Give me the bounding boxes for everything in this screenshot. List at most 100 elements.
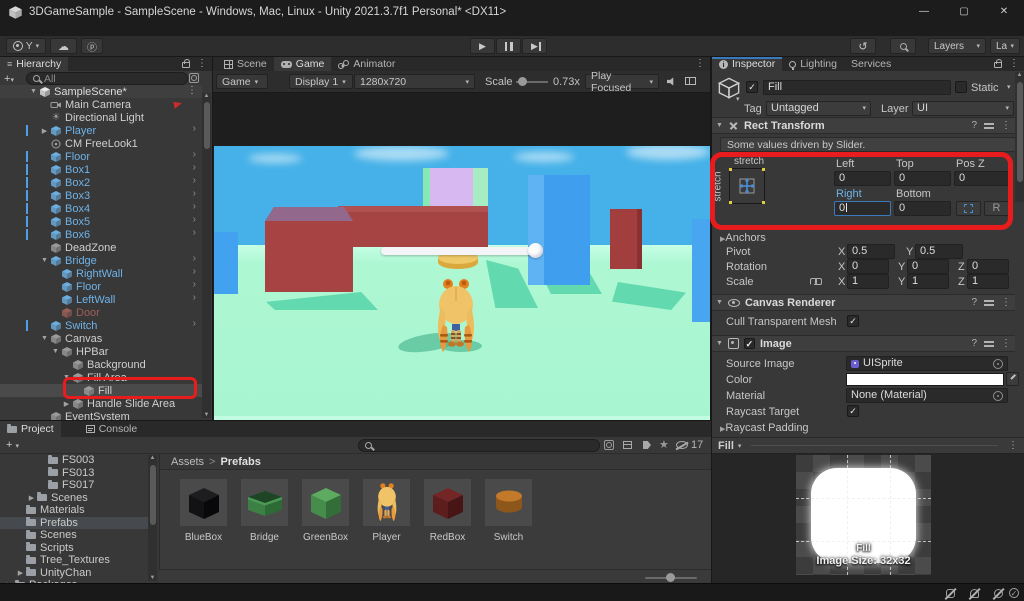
maximize-button[interactable]: ▢ [944,0,984,24]
preview-header[interactable]: Fill ▾ ⋮ [712,437,1024,454]
rotation-z-field[interactable]: 0 [967,259,1009,274]
package-icon[interactable] [623,441,632,449]
hierarchy-item[interactable]: ▶ ☀ Player › ⋮ [0,124,202,137]
inspector-scrollbar[interactable]: ▲ [1015,72,1024,202]
layout-dropdown[interactable]: Layout ▾ [990,38,1020,54]
tab-scene[interactable]: Scene [217,57,274,71]
tab-console[interactable]: Console [79,421,145,437]
scale-x-field[interactable]: 1 [847,274,889,289]
tab-game[interactable]: Game [274,57,332,71]
step-button[interactable]: ▶ [522,38,547,54]
folders-scrollbar[interactable]: ▲ ▼ [148,455,157,581]
hierarchy-item[interactable]: ☀ Main Camera › ⋮ [0,98,202,111]
tab-project[interactable]: Project [0,421,61,437]
kebab-icon[interactable]: ⋮ [187,86,197,96]
prefab-arrow-icon[interactable]: › [193,201,196,212]
foldout-icon[interactable]: ▼ [39,335,50,342]
scrollbar-thumb[interactable] [150,465,156,525]
kebab-icon[interactable]: ⋮ [1001,339,1011,349]
hierarchy-item[interactable]: ☀ EventSystem › ⋮ [0,410,202,420]
hierarchy-item[interactable]: ▼ ☀ Bridge › ⋮ [0,254,202,267]
blueprint-button[interactable] [956,201,981,216]
pause-button[interactable] [496,38,521,54]
foldout-icon[interactable]: ▶ [61,400,72,408]
tab-services[interactable]: Services [844,57,898,71]
asset-item[interactable]: Switch [485,479,532,543]
scroll-down-icon[interactable]: ▼ [202,412,211,418]
hierarchy-item[interactable]: ☀ Door › ⋮ [0,306,202,319]
active-checkbox[interactable]: ✓ [746,81,758,93]
top-field[interactable]: 0 [894,171,951,186]
kebab-icon[interactable]: ⋮ [695,59,705,69]
hierarchy-item[interactable]: ▼ ☀ Canvas › ⋮ [0,332,202,345]
asset-item[interactable]: BlueBox [180,479,227,543]
layers-dropdown[interactable]: Layers ▾ [928,38,986,54]
mute-audio-icon[interactable] [667,77,676,86]
kebab-icon[interactable]: ⋮ [1009,59,1019,69]
asset-item[interactable]: Player [363,479,410,543]
undo-history-button[interactable]: ↺ [850,38,876,54]
hierarchy-item[interactable]: ☀ DeadZone › ⋮ [0,241,202,254]
drag-handle[interactable] [751,445,998,446]
help-icon[interactable]: ? [971,120,977,131]
folder-row[interactable]: Scripts [0,542,148,555]
foldout-icon[interactable]: ▶ [39,127,50,135]
debugger-disabled-icon[interactable] [944,587,957,600]
tab-inspector[interactable]: i Inspector [712,57,782,71]
hierarchy-item[interactable]: ☀ RightWall › ⋮ [0,267,202,280]
scrollbar-thumb[interactable] [1017,82,1023,182]
ok-status-icon[interactable]: ✓ [1008,587,1021,600]
preset-icon[interactable] [984,298,994,307]
image-header[interactable]: ▼ ✓ Image ? ⋮ [712,335,1015,352]
static-checkbox[interactable] [955,81,967,93]
left-field[interactable]: 0 [834,171,891,186]
scroll-up-icon[interactable]: ▲ [202,93,211,99]
bottom-field[interactable]: 0 [894,201,951,216]
hierarchy-item[interactable]: ☀ Directional Light › ⋮ [0,111,202,124]
layer-dropdown[interactable]: UI▾ [912,101,1014,116]
plastic-scm-button[interactable]: ⓟ [81,38,103,54]
material-field[interactable]: None (Material) [846,388,1008,403]
hidden-count-icon[interactable] [676,441,688,449]
hierarchy-item[interactable]: ☀ Box2 › ⋮ [0,176,202,189]
prefab-arrow-icon[interactable]: › [193,175,196,186]
object-picker-icon[interactable] [993,359,1003,369]
prefab-arrow-icon[interactable]: › [193,162,196,173]
rotation-x-field[interactable]: 0 [847,259,889,274]
add-asset-button[interactable]: + ▾ [6,439,19,451]
rotation-y-field[interactable]: 0 [907,259,949,274]
asset-item[interactable]: Bridge [241,479,288,543]
hierarchy-item[interactable]: ☀ CM FreeLook1 › ⋮ [0,137,202,150]
foldout-icon[interactable]: ▼ [39,257,50,264]
cull-transparent-mesh-checkbox[interactable]: ✓ [847,315,859,327]
game-view-dropdown[interactable]: Game▾ [216,74,268,89]
preset-icon[interactable] [984,121,994,130]
icon-picker-chevron[interactable]: ▾ [736,95,740,103]
folder-row[interactable]: FS017 [0,479,148,492]
close-button[interactable]: ✕ [984,0,1024,24]
thumbnail-zoom-knob[interactable] [666,573,675,582]
favorites-star-icon[interactable]: ★ [659,438,669,451]
folder-row[interactable]: ▶ Scenes [0,492,148,505]
hierarchy-item[interactable]: ☀ Box1 › ⋮ [0,163,202,176]
hierarchy-item[interactable]: ☀ Switch › ⋮ [0,319,202,332]
posz-field[interactable]: 0 [954,171,1011,186]
kebab-icon[interactable]: ⋮ [1001,298,1011,308]
lock-icon[interactable] [994,62,1002,68]
breadcrumb-current[interactable]: Prefabs [220,456,260,468]
tag-dropdown[interactable]: Untagged▾ [766,101,871,116]
hierarchy-item[interactable]: ☀ Box4 › ⋮ [0,202,202,215]
add-object-button[interactable]: +▾ [4,73,24,85]
project-search-input[interactable] [358,439,600,452]
hierarchy-item[interactable]: ☀ LeftWall › ⋮ [0,293,202,306]
preset-icon[interactable] [984,339,994,348]
hierarchy-item[interactable]: ☀ Box3 › ⋮ [0,189,202,202]
prefab-arrow-icon[interactable]: › [193,266,196,277]
tab-animator[interactable]: Animator [331,57,402,71]
object-picker-icon[interactable] [993,391,1003,401]
eyedropper-icon[interactable] [1006,372,1019,386]
foldout-icon[interactable]: ▼ [28,88,39,95]
prefab-arrow-icon[interactable]: › [193,227,196,238]
scale-y-field[interactable]: 1 [907,274,949,289]
search-button[interactable] [890,38,916,54]
